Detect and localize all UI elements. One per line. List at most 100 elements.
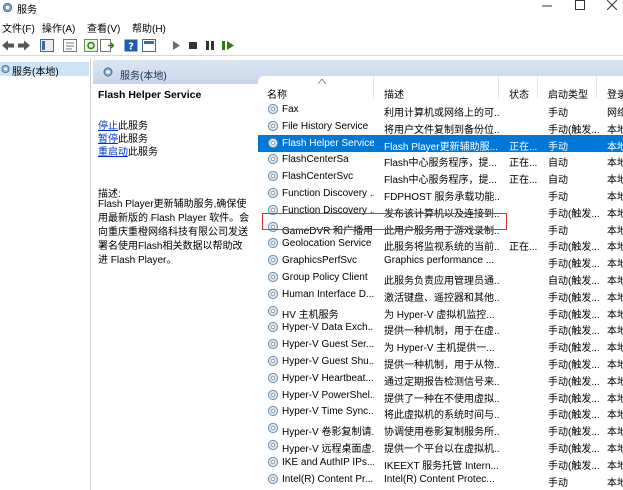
service-description: Flash Player更新辅助服... <box>384 141 498 153</box>
service-startup-type: 手动(触发... <box>548 376 600 388</box>
export-list-icon[interactable] <box>100 39 114 52</box>
service-logon: 本地 <box>607 427 623 439</box>
restart-suffix: 此服务 <box>128 147 158 158</box>
service-name: Group Policy Client <box>282 272 368 283</box>
service-row[interactable]: GraphicsPerfSvc Graphics performance ... 手… <box>258 252 623 270</box>
sort-ascending-icon <box>318 79 326 84</box>
service-row[interactable]: File History Service 将用户文件复制到备份位... 手动(触发.… <box>258 118 623 136</box>
service-row[interactable]: Hyper-V Time Sync... 将此虚拟机的系统时间与... 手动(触发.… <box>258 403 623 422</box>
service-startup-type: 手动 <box>548 192 568 203</box>
service-description: 协调使用卷影复制服务所... <box>384 427 500 439</box>
close-icon <box>606 0 618 11</box>
service-row[interactable]: FlashCenterSvc Flash中心服务程序，提... 正在... 自动 本地 <box>258 168 623 187</box>
start-service-icon[interactable] <box>169 39 183 52</box>
service-row[interactable]: GameDVR 和广播用... 此用户服务用于游戏录制... 手动 本地 <box>258 219 623 237</box>
service-gear-icon <box>267 473 279 484</box>
selected-service-name: Flash Helper Service <box>98 89 202 101</box>
service-startup-type: 自动 <box>548 175 568 187</box>
console-tree-icon[interactable] <box>40 39 54 52</box>
menu-help[interactable]: 帮助(H) <box>132 20 166 35</box>
service-startup-type: 手动(触发... <box>548 410 600 422</box>
service-gear-icon <box>267 456 279 467</box>
service-logon: 网络 <box>607 108 623 119</box>
service-logon: 本地 <box>607 360 623 371</box>
service-row[interactable]: Hyper-V 卷影复制请... 协调使用卷影复制服务所... 手动(触发... 本地 <box>258 420 623 439</box>
service-description: IKEEXT 服务托管 Intern... <box>384 460 499 472</box>
service-row[interactable]: Hyper-V PowerShel... 提供了一种在不使用虚拟... 手动(触发.… <box>258 387 623 405</box>
service-gear-icon <box>267 120 279 131</box>
restart-service-action: 重启动此服务 <box>98 143 158 158</box>
service-name: FlashCenterSa <box>282 154 349 166</box>
menu-action[interactable]: 操作(A) <box>42 20 75 35</box>
service-startup-type: 手动(触发... <box>548 427 600 439</box>
service-row[interactable]: FlashCenterSa Flash中心服务程序，提... 正在... 自动 本地 <box>258 151 623 169</box>
refresh-icon[interactable] <box>84 39 98 52</box>
service-row[interactable]: Group Policy Client 此服务负责应用管理员通... 自动(触发..… <box>258 269 623 287</box>
maximize-button[interactable] <box>568 0 592 16</box>
service-name: GameDVR 和广播用... <box>282 225 374 237</box>
service-logon: 本地 <box>607 175 623 187</box>
service-row[interactable]: Hyper-V Guest Shu... 提供一种机制，用于从物... 手动(触发.… <box>258 353 623 371</box>
service-name: Hyper-V Time Sync... <box>282 406 374 418</box>
service-name: Hyper-V Guest Shu... <box>282 356 374 367</box>
forward-arrow-icon[interactable] <box>17 39 31 52</box>
service-gear-icon <box>267 355 279 367</box>
service-logon: 本地 <box>607 444 623 455</box>
column-header-name[interactable]: 名称 <box>258 76 374 101</box>
service-gear-icon <box>267 288 279 299</box>
service-row[interactable]: Human Interface D... 激活键盘、遥控器和其他... 手动(触发.… <box>258 286 623 304</box>
service-startup-type: 手动 <box>548 141 568 153</box>
service-row[interactable]: Hyper-V Heartbeat... 通过定期报告检测信号来... 手动(触发.… <box>258 370 623 388</box>
show-hide-action-pane-icon[interactable] <box>142 39 156 52</box>
service-logon: 本地 <box>607 410 623 422</box>
menu-view[interactable]: 查看(V) <box>87 20 120 35</box>
service-row[interactable]: Geolocation Service 此服务将监视系统的当前... 正在... 手动… <box>258 235 623 253</box>
service-description: 提供一种机制，用于在虚... <box>384 326 500 338</box>
help-icon[interactable]: ? <box>124 39 138 52</box>
column-header-status[interactable]: 状态 <box>500 76 538 101</box>
service-description: 提供一种机制，用于从物... <box>384 360 500 371</box>
service-name: Hyper-V 远程桌面虚... <box>282 444 374 455</box>
column-startup-type-label: 启动类型 <box>548 90 588 101</box>
service-details-pane: Flash Helper Service 停止此服务 暂停此服务 重启动此服务 … <box>93 84 256 490</box>
column-name-label: 名称 <box>267 90 287 101</box>
menu-file[interactable]: 文件(F) <box>2 20 35 35</box>
service-name: File History Service <box>282 120 369 132</box>
back-arrow-icon[interactable] <box>1 39 15 52</box>
pause-service-icon[interactable] <box>203 39 217 52</box>
console-tree: 服务(本地) <box>0 58 91 490</box>
column-header-logon[interactable]: 登录 <box>598 76 623 101</box>
service-row[interactable]: Intel(R) Content Pr... Intel(R) Content P… <box>258 471 623 489</box>
service-row[interactable]: Hyper-V Data Exch... 提供一种机制，用于在虚... 手动(触发.… <box>258 319 623 338</box>
service-status: 正在... <box>509 175 538 187</box>
service-row[interactable]: HV 主机服务 为 Hyper-V 虚拟机监控... 手动(触发... 本地 <box>258 303 623 321</box>
service-logon: 本地 <box>607 292 623 304</box>
close-button[interactable] <box>600 0 623 16</box>
service-description: 通过定期报告检测信号来... <box>384 376 500 388</box>
column-header-description[interactable]: 描述 <box>375 76 499 101</box>
service-row[interactable]: Flash Helper Service Flash Player更新辅助服...… <box>258 134 623 153</box>
tree-node-services-local[interactable]: 服务(本地) <box>0 62 89 78</box>
service-name: HV 主机服务 <box>282 309 339 321</box>
service-row[interactable]: IKE and AuthIP IPs... IKEEXT 服务托管 Intern.… <box>258 454 623 472</box>
service-row[interactable]: Function Discovery ... 发布该计算机以及连接到... 手动(触… <box>258 202 623 220</box>
window-title: 服务 <box>17 5 37 16</box>
stop-service-icon[interactable] <box>186 39 200 52</box>
service-description: 利用计算机或网络上的可... <box>384 108 500 119</box>
menu-bar: 文件(F) 操作(A) 查看(V) 帮助(H) <box>0 17 623 35</box>
service-description: Flash中心服务程序，提... <box>384 175 497 187</box>
restart-link[interactable]: 重启动 <box>98 147 128 158</box>
minimize-button[interactable] <box>535 0 559 16</box>
service-row[interactable]: Function Discovery ... FDPHOST 服务承载功能... 手… <box>258 185 623 203</box>
service-startup-type: 手动(触发... <box>548 309 600 321</box>
services-header-title: 服务(本地) <box>120 71 167 82</box>
title-bar: 服务 <box>0 0 623 16</box>
service-row[interactable]: Hyper-V Guest Ser... 为 Hyper-V 主机提供一... 手动… <box>258 336 623 355</box>
service-gear-icon <box>267 255 279 266</box>
restart-service-icon[interactable] <box>221 39 235 52</box>
service-row[interactable]: Hyper-V 远程桌面虚... 提供一个平台以在虚拟机... 手动(触发... 本地 <box>258 437 623 455</box>
properties-icon[interactable] <box>63 39 77 52</box>
service-startup-type: 手动(触发... <box>548 343 600 355</box>
service-row[interactable]: Fax 利用计算机或网络上的可... 手动 网络 <box>258 101 623 119</box>
column-header-startup-type[interactable]: 启动类型 <box>539 76 597 101</box>
